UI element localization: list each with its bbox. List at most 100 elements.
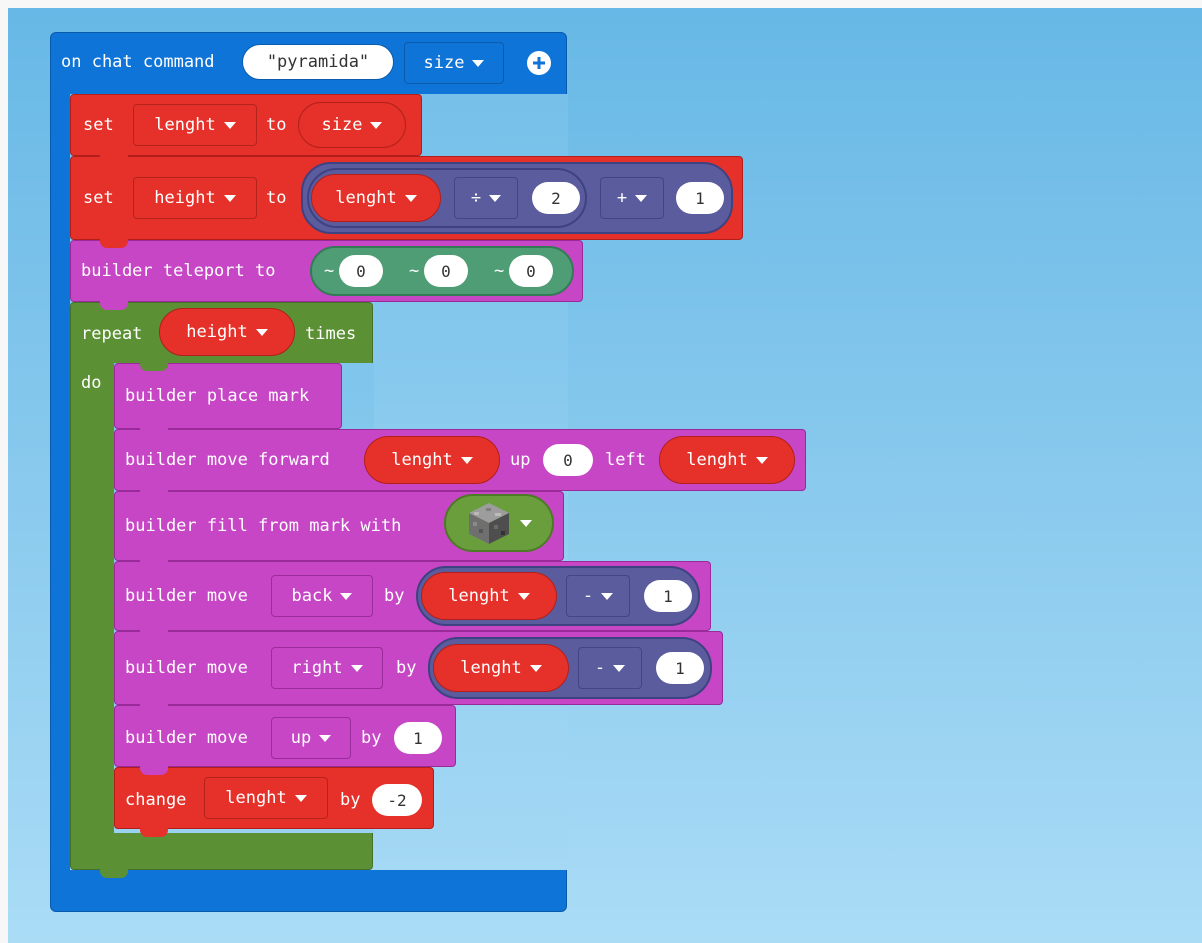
lenght-variable-reporter[interactable]: lenght bbox=[311, 174, 441, 222]
chevron-down-icon bbox=[340, 592, 353, 600]
number-value: 0 bbox=[441, 261, 451, 281]
direction-value: up bbox=[290, 728, 312, 748]
chevron-down-icon bbox=[601, 592, 614, 600]
chevron-down-icon bbox=[370, 121, 383, 129]
direction-dropdown[interactable]: back bbox=[271, 575, 373, 617]
do-label: do bbox=[81, 373, 102, 393]
operator-symbol: - bbox=[594, 658, 606, 678]
lenght-variable-reporter[interactable]: lenght bbox=[433, 644, 569, 692]
direction-value: back bbox=[291, 586, 333, 606]
block-notch bbox=[140, 766, 168, 775]
chevron-down-icon bbox=[255, 328, 268, 336]
left-lenght-variable-reporter[interactable]: lenght bbox=[659, 436, 795, 484]
relative-y-tilde: ~ bbox=[409, 261, 420, 281]
operator-symbol: + bbox=[616, 188, 628, 208]
chevron-down-icon bbox=[635, 194, 648, 202]
addend-number-input[interactable]: 1 bbox=[676, 182, 724, 214]
divisor-number-input[interactable]: 2 bbox=[532, 182, 580, 214]
chevron-down-icon bbox=[460, 456, 473, 464]
addition-operator-dropdown[interactable]: + bbox=[600, 177, 664, 219]
variable-name: lenght bbox=[335, 188, 397, 208]
y-coordinate-input[interactable]: 0 bbox=[424, 255, 468, 287]
variable-name: lenght bbox=[225, 788, 287, 808]
number-value: 0 bbox=[563, 450, 573, 470]
chevron-down-icon bbox=[319, 734, 332, 742]
chat-command-string-input[interactable]: "pyramida" bbox=[242, 44, 394, 80]
x-coordinate-input[interactable]: 0 bbox=[339, 255, 383, 287]
number-value: 0 bbox=[526, 261, 536, 281]
number-value: 1 bbox=[663, 586, 673, 606]
plus-icon bbox=[533, 57, 545, 69]
variable-name: lenght bbox=[154, 115, 216, 135]
block-notch bbox=[140, 828, 168, 837]
subtrahend-number-input[interactable]: 1 bbox=[644, 580, 692, 612]
chevron-down-icon bbox=[529, 664, 542, 672]
on-chat-command-label: on chat command bbox=[61, 52, 215, 72]
number-value: 2 bbox=[551, 188, 561, 208]
chat-param-dropdown-value: size bbox=[423, 53, 465, 73]
change-label: change bbox=[125, 790, 187, 810]
number-value: -2 bbox=[387, 790, 407, 810]
block-notch bbox=[140, 490, 168, 499]
to-label: to bbox=[266, 115, 287, 135]
size-variable-name: size bbox=[321, 115, 363, 135]
builder-teleport-label: builder teleport to bbox=[81, 261, 276, 281]
subtrahend-number-input[interactable]: 1 bbox=[656, 652, 704, 684]
chevron-down-icon bbox=[613, 664, 626, 672]
block-notch bbox=[140, 630, 168, 639]
set-lenght-variable-dropdown[interactable]: lenght bbox=[133, 104, 257, 146]
variable-name: lenght bbox=[460, 658, 522, 678]
chevron-down-icon bbox=[350, 664, 363, 672]
by-label: by bbox=[361, 728, 382, 748]
chevron-down-icon bbox=[517, 592, 530, 600]
subtraction-operator-dropdown[interactable]: - bbox=[566, 575, 630, 617]
chat-param-dropdown[interactable]: size bbox=[404, 42, 504, 84]
block-notch bbox=[100, 869, 128, 878]
distance-number-input[interactable]: 1 bbox=[394, 722, 442, 754]
block-item-dropdown[interactable] bbox=[444, 494, 554, 552]
builder-move-label: builder move bbox=[125, 586, 248, 606]
set-height-variable-dropdown[interactable]: height bbox=[133, 177, 257, 219]
times-label: times bbox=[305, 324, 357, 344]
relative-z-tilde: ~ bbox=[494, 261, 505, 281]
z-coordinate-input[interactable]: 0 bbox=[509, 255, 553, 287]
subtraction-operator-dropdown[interactable]: - bbox=[578, 647, 642, 689]
up-number-input[interactable]: 0 bbox=[543, 444, 593, 476]
relative-x-tilde: ~ bbox=[324, 261, 335, 281]
height-variable-reporter[interactable]: height bbox=[159, 308, 295, 356]
direction-dropdown[interactable]: right bbox=[271, 647, 383, 689]
number-value: 1 bbox=[675, 658, 685, 678]
chevron-down-icon bbox=[223, 194, 236, 202]
variable-name: lenght bbox=[448, 586, 510, 606]
block-notch bbox=[100, 155, 128, 164]
operator-symbol: - bbox=[582, 586, 594, 606]
direction-dropdown[interactable]: up bbox=[271, 717, 351, 759]
chevron-down-icon bbox=[223, 121, 236, 129]
size-variable-reporter[interactable]: size bbox=[298, 102, 406, 148]
to-label: to bbox=[266, 188, 287, 208]
builder-move-forward-label: builder move forward bbox=[125, 450, 330, 470]
by-label: by bbox=[396, 658, 417, 678]
up-label: up bbox=[510, 450, 531, 470]
division-operator-dropdown[interactable]: ÷ bbox=[454, 177, 518, 219]
number-value: 0 bbox=[356, 261, 366, 281]
block-notch bbox=[140, 428, 168, 437]
chevron-down-icon bbox=[755, 456, 768, 464]
block-notch bbox=[140, 560, 168, 569]
chat-command-string-value: "pyramida" bbox=[266, 52, 370, 72]
block-notch bbox=[140, 704, 168, 713]
set-label: set bbox=[83, 188, 114, 208]
block-notch bbox=[100, 239, 128, 248]
change-amount-input[interactable]: -2 bbox=[372, 784, 422, 816]
cobblestone-block-icon bbox=[469, 503, 509, 544]
change-variable-dropdown[interactable]: lenght bbox=[204, 777, 328, 819]
variable-name: height bbox=[154, 188, 216, 208]
operator-symbol: ÷ bbox=[470, 188, 482, 208]
chevron-down-icon bbox=[294, 794, 307, 802]
number-value: 1 bbox=[695, 188, 705, 208]
add-parameter-button[interactable] bbox=[527, 51, 551, 75]
chevron-down-icon bbox=[520, 519, 532, 527]
builder-move-label: builder move bbox=[125, 658, 248, 678]
forward-lenght-variable-reporter[interactable]: lenght bbox=[364, 436, 500, 484]
lenght-variable-reporter[interactable]: lenght bbox=[421, 572, 557, 620]
